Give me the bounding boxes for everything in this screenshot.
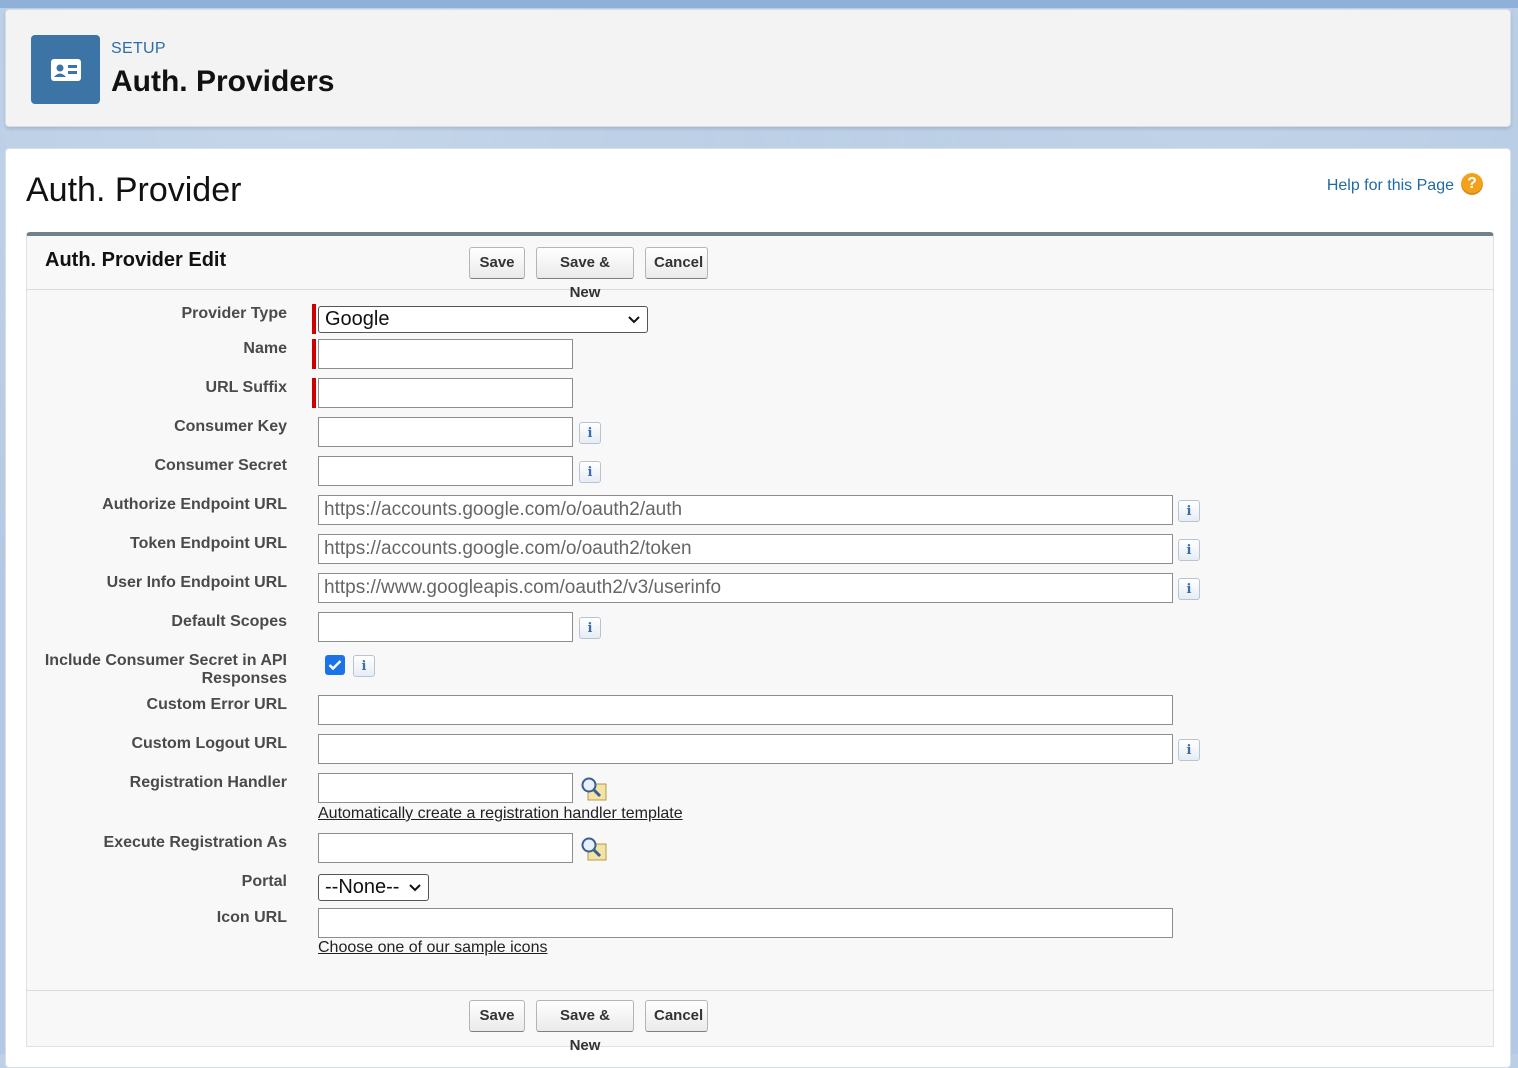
include-secret-label: Include Consumer Secret in API Responses [44,652,287,687]
execute-registration-as-label: Execute Registration As [103,834,287,851]
chevron-down-icon [627,307,641,340]
token-endpoint-label: Token Endpoint URL [129,535,287,552]
user-info-endpoint-label: User Info Endpoint URL [106,574,287,591]
custom-error-url-label: Custom Error URL [146,696,287,713]
consumer-key-label: Consumer Key [174,418,287,435]
icon-url-label: Icon URL [216,909,287,926]
info-icon[interactable]: i [353,655,375,677]
consumer-key-input[interactable] [318,417,573,447]
provider-type-select[interactable]: Google [318,306,648,333]
execute-registration-as-input[interactable] [318,833,573,863]
consumer-secret-input[interactable] [318,456,573,486]
setup-header: SETUP Auth. Providers [5,9,1511,127]
header-title: Auth. Providers [111,65,335,98]
provider-type-label: Provider Type [181,305,287,322]
form-footer: Save Save & New Cancel [27,990,1493,1054]
portal-select[interactable]: --None-- [318,874,429,901]
background-strip [0,0,1518,8]
save-new-button-bottom[interactable]: Save & New [536,1000,634,1054]
url-suffix-input[interactable] [318,378,573,408]
portal-value: --None-- [325,876,400,898]
save-button-top[interactable]: Save [469,247,525,279]
lookup-icon[interactable] [580,836,608,862]
page-title: Auth. Provider [26,171,242,209]
main-content: Auth. Provider Help for this Page ? Auth… [5,148,1511,1068]
required-indicator [312,304,316,334]
info-icon[interactable]: i [579,617,601,639]
form-header: Auth. Provider Edit Save Save & New Canc… [27,236,1493,301]
token-endpoint-input[interactable]: https://accounts.google.com/o/oauth2/tok… [318,534,1173,564]
authorize-endpoint-input[interactable]: https://accounts.google.com/o/oauth2/aut… [318,495,1173,525]
registration-handler-label: Registration Handler [129,774,287,791]
custom-logout-url-input[interactable] [318,734,1173,764]
user-info-endpoint-input[interactable]: https://www.googleapis.com/oauth2/v3/use… [318,573,1173,603]
default-scopes-label: Default Scopes [171,613,287,630]
cancel-button-top[interactable]: Cancel [645,247,708,279]
sample-icons-link[interactable]: Choose one of our sample icons [318,939,547,957]
save-new-button-top[interactable]: Save & New [536,247,634,301]
lookup-icon[interactable] [580,776,608,802]
form-title: Auth. Provider Edit [45,249,227,271]
breadcrumb-setup: SETUP [111,40,166,57]
edit-form: Auth. Provider Edit Save Save & New Canc… [26,232,1494,1054]
help-link[interactable]: Help for this Page [1327,177,1454,195]
info-icon[interactable]: i [1178,739,1200,761]
provider-type-value: Google [325,308,390,330]
default-scopes-input[interactable] [318,612,573,642]
required-indicator [312,339,316,369]
help-icon[interactable]: ? [1461,173,1483,195]
name-label: Name [243,340,287,357]
custom-error-url-input[interactable] [318,695,1173,725]
save-button-bottom[interactable]: Save [469,1000,525,1032]
custom-logout-url-label: Custom Logout URL [131,735,287,752]
info-icon[interactable]: i [579,422,601,444]
info-icon[interactable]: i [1178,578,1200,600]
icon-url-input[interactable] [318,908,1173,938]
chevron-down-icon [408,875,422,908]
consumer-secret-label: Consumer Secret [154,457,288,474]
authorize-endpoint-label: Authorize Endpoint URL [102,496,287,513]
required-indicator [312,378,316,408]
create-registration-handler-link[interactable]: Automatically create a registration hand… [318,805,683,823]
info-icon[interactable]: i [579,461,601,483]
id-card-icon [31,35,100,104]
info-icon[interactable]: i [1178,539,1200,561]
url-suffix-label: URL Suffix [205,379,287,396]
info-icon[interactable]: i [1178,500,1200,522]
registration-handler-input[interactable] [318,773,573,803]
portal-label: Portal [241,873,287,890]
include-secret-checkbox[interactable] [325,655,345,675]
cancel-button-bottom[interactable]: Cancel [645,1000,708,1032]
name-input[interactable] [318,339,573,369]
